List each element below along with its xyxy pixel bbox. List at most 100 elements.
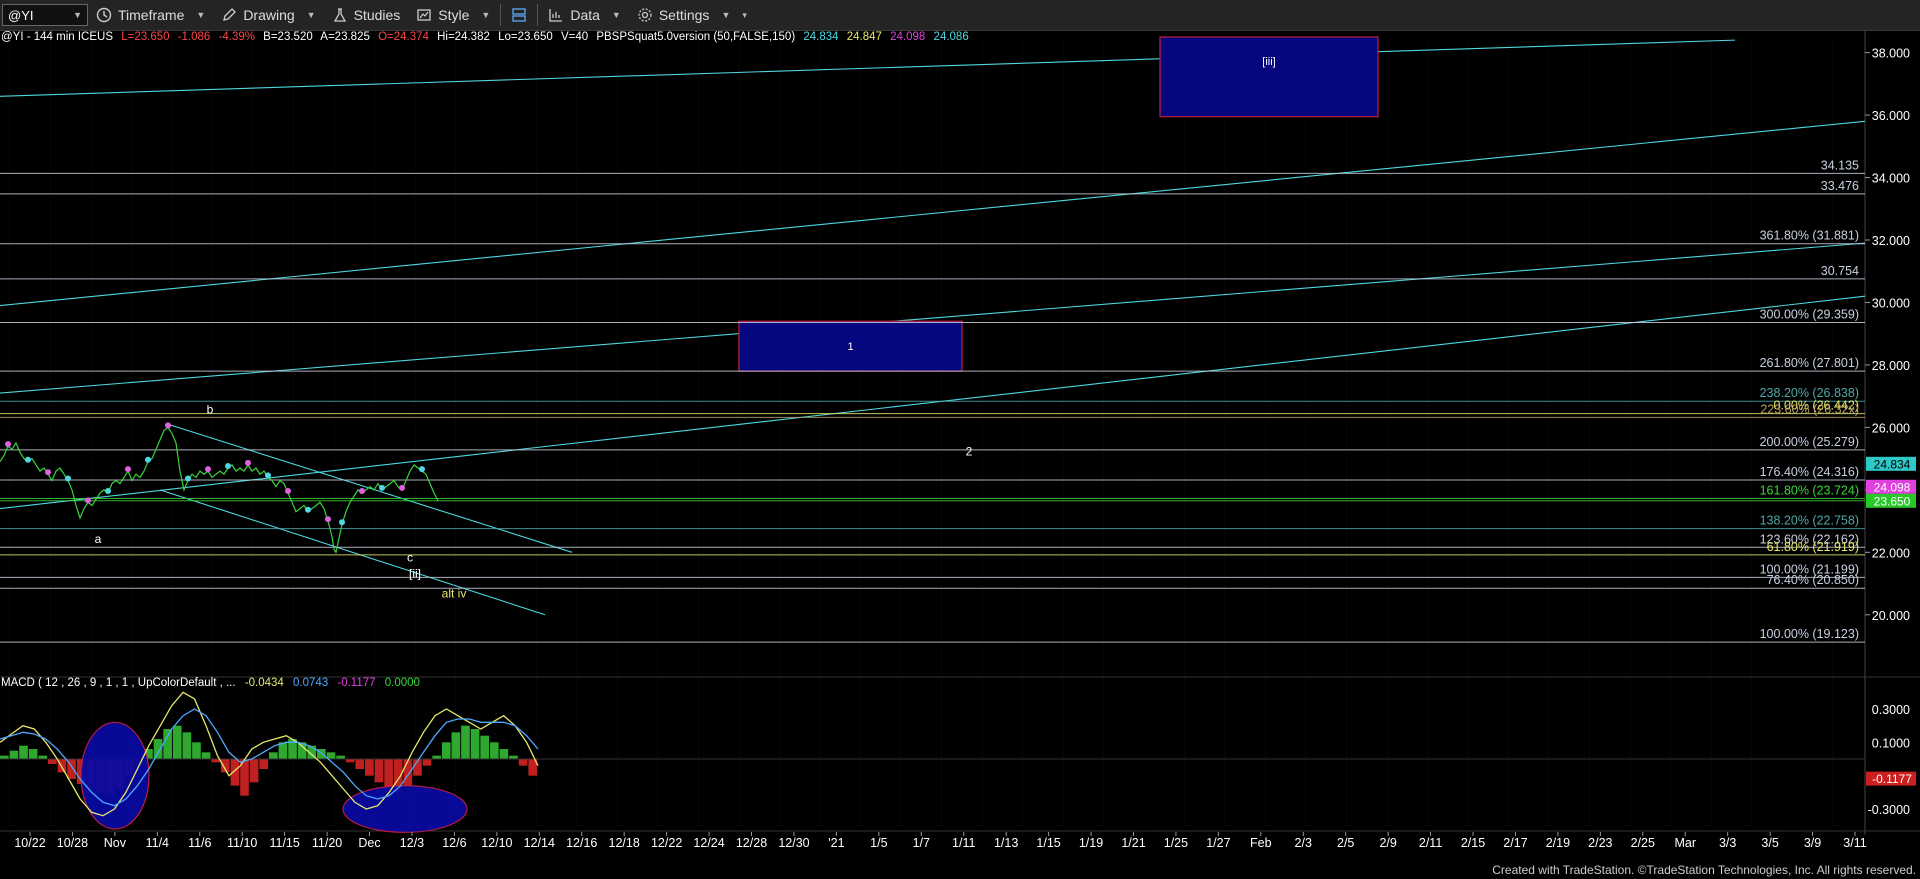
chevron-down-icon: ▼ xyxy=(196,10,206,20)
time-tick-label: 2/15 xyxy=(1461,836,1485,850)
axis-tick-label: 30.000 xyxy=(1872,296,1910,310)
macd-value-4: 0.0000 xyxy=(384,677,420,689)
wave-label: b xyxy=(207,402,214,416)
macd-highlight-oval xyxy=(80,721,150,830)
time-tick-label: 2/25 xyxy=(1631,836,1655,850)
low-price: Lo=23.650 xyxy=(498,31,553,43)
studies-menu[interactable]: Studies xyxy=(324,0,409,30)
signal-dot xyxy=(145,456,151,463)
signal-dot xyxy=(125,466,131,473)
chevron-down-icon: ▼ xyxy=(306,10,316,20)
chevron-down-icon: ▼ xyxy=(611,10,621,20)
studies-label: Studies xyxy=(353,7,401,23)
percent-change: -4.39% xyxy=(218,31,255,43)
time-tick-label: 2/5 xyxy=(1337,836,1354,850)
axis-tick-label: 36.000 xyxy=(1872,109,1910,123)
clock-icon xyxy=(96,7,112,23)
time-tick-label: 12/24 xyxy=(693,836,724,850)
macd-pane: 0.3000 0.1000 -0.3000 -0.1177 xyxy=(0,691,1916,833)
high-price: Hi=24.382 xyxy=(437,31,490,43)
signal-dot xyxy=(285,487,291,494)
price-line xyxy=(0,426,439,554)
macd-histogram-bar xyxy=(48,759,57,764)
time-axis[interactable]: 10/22 10/28 Nov 11/4 11/6 11/10 11/15 11/20 Dec 1… xyxy=(14,832,1867,850)
time-tick-label: 12/10 xyxy=(481,836,512,850)
style-label: Style xyxy=(438,7,470,23)
target-box xyxy=(1159,36,1379,118)
drawing-menu[interactable]: Drawing ▼ xyxy=(213,0,323,30)
symbol-text: @YI xyxy=(8,7,34,23)
price-flag-label: 24.098 xyxy=(1874,480,1911,494)
flask-icon xyxy=(333,8,346,22)
fibonacci-levels[interactable]: 34.135 33.476 361.80% (31.881) 30.754 300.00… xyxy=(0,158,1865,643)
signal-dot xyxy=(379,484,385,491)
open-price: O=24.374 xyxy=(378,31,429,43)
timeframe-menu[interactable]: Timeframe ▼ xyxy=(88,0,213,30)
signal-dot xyxy=(5,441,11,448)
wave-target-boxes[interactable]: [iii] 1 xyxy=(738,36,1379,372)
macd-histogram-bar xyxy=(355,759,365,769)
signal-dot xyxy=(339,519,345,526)
time-tick-label: 12/28 xyxy=(736,836,767,850)
level-label: 33.476 xyxy=(1821,179,1859,193)
time-tick-label: Mar xyxy=(1674,836,1696,850)
time-tick-label: 3/9 xyxy=(1804,836,1821,850)
time-tick-label: 12/3 xyxy=(400,836,424,850)
macd-histogram-bar xyxy=(153,739,163,759)
axis-tick-label: 20.000 xyxy=(1872,609,1910,623)
macd-axis-label: 0.3000 xyxy=(1872,703,1910,717)
signal-dot xyxy=(305,506,311,513)
time-tick-label: 11/20 xyxy=(312,836,342,850)
time-tick-label: 1/13 xyxy=(994,836,1018,850)
chart-header: @YI - 144 min ICEUS L=23.650 -1.086 -4.3… xyxy=(1,31,974,43)
macd-histogram-bar xyxy=(422,759,432,766)
time-tick-label: 2/19 xyxy=(1546,836,1570,850)
time-tick-label: 12/6 xyxy=(442,836,466,850)
macd-histogram-bar xyxy=(172,725,182,759)
time-tick-label: 2/3 xyxy=(1295,836,1312,850)
level-label: 176.40% (24.316) xyxy=(1760,465,1859,479)
macd-value-1: -0.0434 xyxy=(244,677,284,689)
layout-button[interactable] xyxy=(503,0,535,30)
price-axis[interactable]: 38.000 36.000 34.000 32.000 30.000 28.000 26.0… xyxy=(1865,47,1916,623)
style-menu[interactable]: Style ▼ xyxy=(408,0,498,30)
net-change: -1.086 xyxy=(177,31,211,43)
macd-histogram-bar xyxy=(269,752,278,759)
time-tick-label: 1/21 xyxy=(1121,836,1145,850)
time-tick-label: 11/6 xyxy=(188,836,211,850)
level-label: 100.00% (19.123) xyxy=(1760,627,1859,641)
study-value-4: 24.086 xyxy=(933,31,969,43)
chevron-down-icon[interactable]: ▼ xyxy=(73,10,82,20)
gear-icon xyxy=(638,8,652,22)
overflow-icon[interactable]: ▾ xyxy=(742,10,747,21)
time-tick-label: Feb xyxy=(1250,836,1272,850)
chart-title: @YI - 144 min ICEUS xyxy=(1,31,114,43)
macd-histogram-bar xyxy=(461,725,470,759)
time-tick-label: Nov xyxy=(104,836,127,850)
settings-menu[interactable]: Settings ▼ ▾ xyxy=(629,0,755,30)
level-label: 361.80% (31.881) xyxy=(1760,229,1859,243)
layout-icon xyxy=(512,8,527,22)
axis-tick-label: 38.000 xyxy=(1872,47,1910,61)
macd-histogram-bar xyxy=(384,759,393,789)
macd-histogram-bar xyxy=(365,759,374,776)
signal-dot xyxy=(205,466,211,473)
price-grid xyxy=(0,31,1920,835)
time-tick-label: Dec xyxy=(358,836,380,850)
level-label: 34.135 xyxy=(1821,158,1859,172)
macd-axis-label: 0.1000 xyxy=(1872,736,1910,750)
time-tick-label: 11/15 xyxy=(269,836,299,850)
signal-dot xyxy=(165,422,171,429)
macd-histogram-bar xyxy=(480,735,490,759)
level-label: 76.40% (20.850) xyxy=(1767,573,1859,587)
macd-label: MACD ( 12 , 26 , 9 , 1 , 1 , UpColorDefa… xyxy=(1,677,236,689)
time-tick-label: 2/23 xyxy=(1588,836,1612,850)
data-menu[interactable]: Data ▼ xyxy=(540,0,629,30)
pencil-icon xyxy=(223,8,237,21)
symbol-input[interactable]: @YI ▼ xyxy=(2,4,88,26)
signal-dot xyxy=(65,475,71,482)
chart-area[interactable]: [iii] 1 34.135 33.476 361.80% (31.881) 30.75… xyxy=(0,31,1920,863)
signal-dot xyxy=(185,475,191,482)
macd-header: MACD ( 12 , 26 , 9 , 1 , 1 , UpColorDefa… xyxy=(1,677,426,689)
data-label: Data xyxy=(570,7,600,23)
